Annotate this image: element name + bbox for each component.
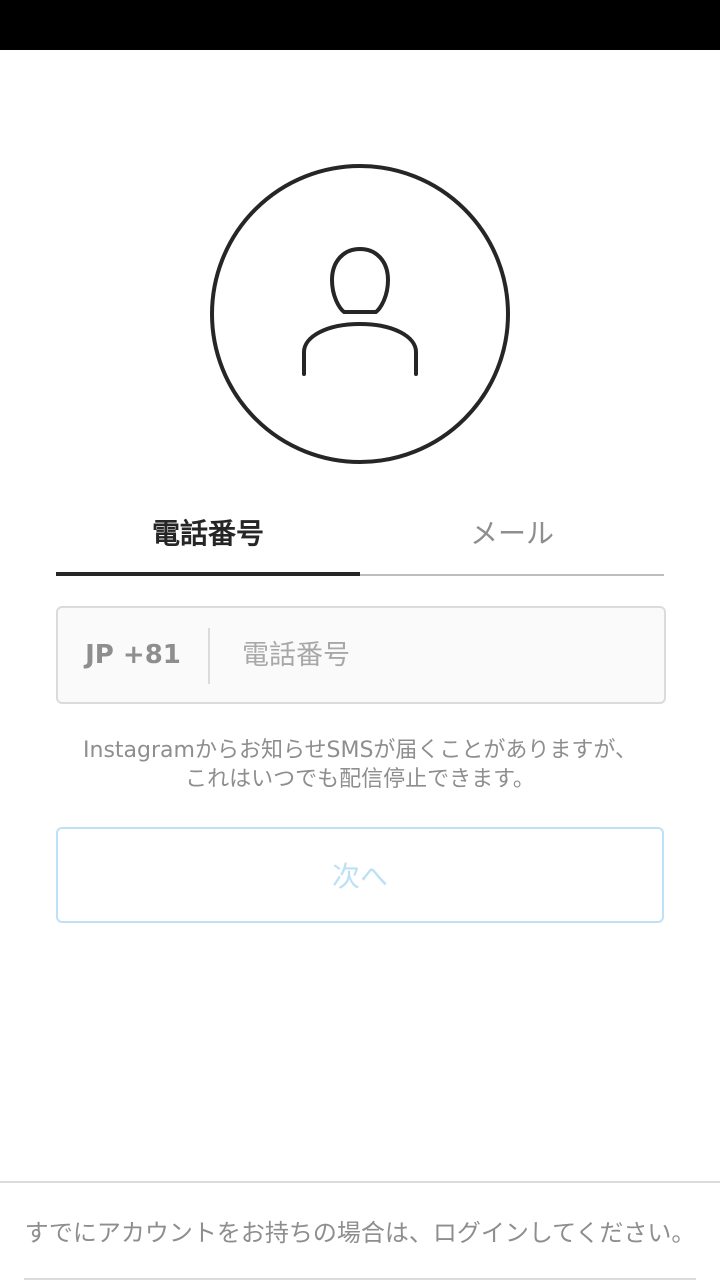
footer-divider xyxy=(0,1181,720,1183)
tab-phone[interactable]: 電話番号 xyxy=(56,490,360,574)
signup-method-tabs: 電話番号 メール xyxy=(56,490,664,576)
status-bar xyxy=(0,0,720,50)
tab-active-indicator xyxy=(56,572,360,576)
country-code-selector[interactable]: JP +81 xyxy=(58,608,208,702)
sms-info-line-1: Instagramからお知らせSMSが届くことがありますが、 xyxy=(83,738,637,763)
sms-info-text: Instagramからお知らせSMSが届くことがありますが、 これはいつでも配信… xyxy=(40,736,680,794)
user-profile-icon xyxy=(208,162,512,466)
login-link[interactable]: すでにアカウントをお持ちの場合は、ログインしてください。 xyxy=(0,1200,720,1260)
next-button[interactable]: 次へ xyxy=(56,827,664,923)
phone-number-field: JP +81 xyxy=(56,606,666,704)
sms-info-line-2: これはいつでも配信停止できます。 xyxy=(185,767,535,792)
field-divider xyxy=(208,628,210,684)
tab-email[interactable]: メール xyxy=(360,490,664,574)
phone-number-input[interactable] xyxy=(226,608,646,702)
